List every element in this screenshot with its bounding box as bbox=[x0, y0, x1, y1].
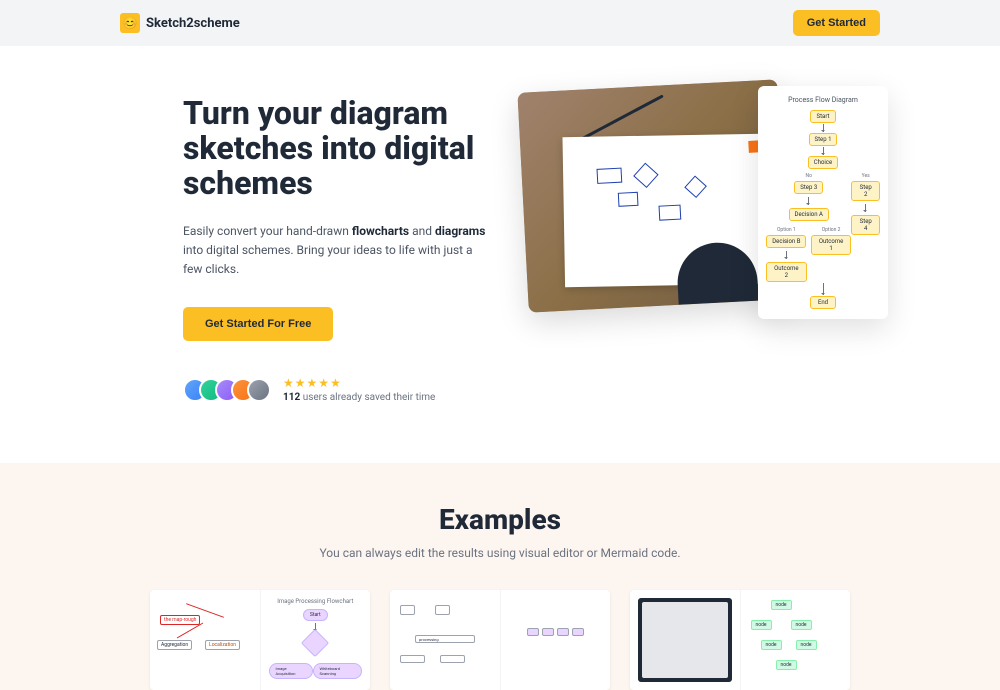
brand-logo[interactable]: Sketch2scheme bbox=[120, 13, 240, 33]
flow-node: Step 1 bbox=[809, 133, 838, 146]
hero-visual: Process Flow Diagram Start Step 1 Choice… bbox=[523, 86, 888, 319]
hero-section: Turn your diagram sketches into digital … bbox=[0, 46, 1000, 463]
hero-description: Easily convert your hand-drawn flowchart… bbox=[183, 222, 493, 280]
star-icon: ★ bbox=[307, 376, 318, 390]
flow-node: Start bbox=[810, 110, 836, 123]
flow-title: Process Flow Diagram bbox=[766, 96, 880, 104]
star-icon: ★ bbox=[295, 376, 306, 390]
hero-title: Turn your diagram sketches into digital … bbox=[183, 96, 493, 202]
flow-node: Outcome 1 bbox=[811, 235, 852, 255]
flow-node: Outcome 2 bbox=[766, 262, 807, 282]
examples-title: Examples bbox=[0, 503, 1000, 536]
users-count-text: 112 users already saved their time bbox=[283, 392, 435, 403]
flow-node: Choice bbox=[808, 156, 838, 169]
logo-icon bbox=[120, 13, 140, 33]
star-icon: ★ bbox=[318, 376, 329, 390]
example-card[interactable]: processing bbox=[390, 590, 610, 690]
hero-content: Turn your diagram sketches into digital … bbox=[183, 86, 493, 403]
avatar-stack bbox=[183, 378, 271, 402]
flow-node: Step 3 bbox=[794, 181, 823, 194]
flow-diagram-card: Process Flow Diagram Start Step 1 Choice… bbox=[758, 86, 888, 319]
flow-node: Step 4 bbox=[851, 215, 880, 235]
flow-node: Step 2 bbox=[851, 181, 880, 201]
brand-name: Sketch2scheme bbox=[146, 16, 240, 31]
examples-subtitle: You can always edit the results using vi… bbox=[0, 546, 1000, 560]
star-icon: ★ bbox=[330, 376, 341, 390]
example-card[interactable]: node node node node node node bbox=[630, 590, 850, 690]
examples-grid: the map-rough Aggregation Localization I… bbox=[0, 590, 1000, 690]
flow-node: Decision B bbox=[766, 235, 806, 248]
get-started-header-button[interactable]: Get Started bbox=[793, 10, 880, 36]
star-rating: ★ ★ ★ ★ ★ bbox=[283, 376, 435, 390]
header: Sketch2scheme Get Started bbox=[0, 0, 1000, 46]
flow-node: Decision A bbox=[789, 208, 829, 221]
star-icon: ★ bbox=[283, 376, 294, 390]
avatar bbox=[247, 378, 271, 402]
sketch-photo bbox=[517, 79, 788, 312]
examples-section: Examples You can always edit the results… bbox=[0, 463, 1000, 690]
example-card[interactable]: the map-rough Aggregation Localization I… bbox=[150, 590, 370, 690]
flow-node: End bbox=[810, 296, 836, 309]
social-proof: ★ ★ ★ ★ ★ 112 users already saved their … bbox=[183, 376, 493, 403]
proof-text: ★ ★ ★ ★ ★ 112 users already saved their … bbox=[283, 376, 435, 403]
get-started-free-button[interactable]: Get Started For Free bbox=[183, 307, 333, 341]
